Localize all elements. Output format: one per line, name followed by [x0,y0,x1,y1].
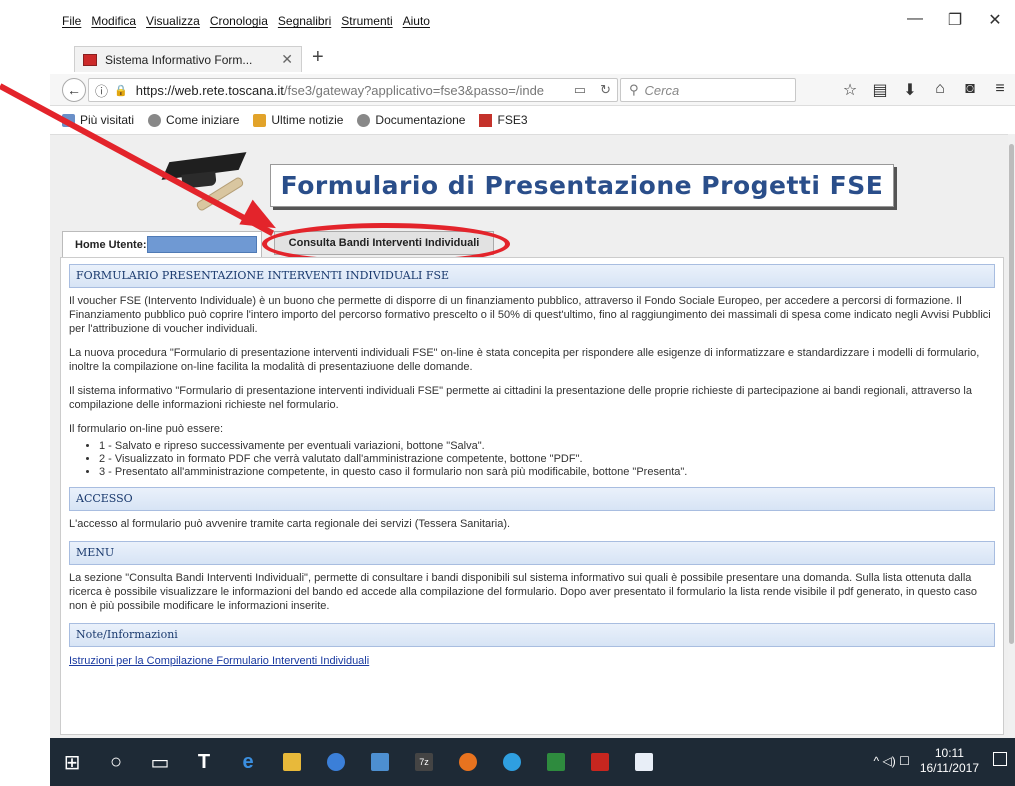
url-host: https://web.rete.toscana.it [135,82,284,98]
list-item: 1 - Salvato e ripreso successivamente pe… [99,440,995,453]
download-icon[interactable]: ⬇ [895,80,925,100]
bookmarks-bar: Più visitati Come iniziare Ultime notizi… [50,108,1015,132]
section-menu-title: MENU [69,541,995,565]
search-placeholder: Cerca [644,82,680,98]
globe-icon [357,113,371,127]
bookmark-fse3[interactable]: FSE3 [479,113,528,127]
page-title: Formulario di Presentazione Progetti FSE [270,164,894,207]
clock-time: 10:11 [934,746,964,760]
pocket-icon[interactable]: ◙ [955,80,985,100]
minimize-button[interactable]: — [895,10,935,30]
section-intro-title: FORMULARIO PRESENTAZIONE INTERVENTI INDI… [69,264,995,288]
istruzioni-link[interactable]: Istruzioni per la Compilazione Formulari… [69,655,369,667]
hamburger-menu-icon[interactable]: ≡ [985,80,1015,100]
list-item: 3 - Presentato all'amministrazione compe… [99,466,995,479]
page-scrollbar[interactable] [1008,134,1015,738]
browser-tab[interactable]: Sistema Informativo Form... ✕ [74,46,302,72]
menu-file[interactable]: File [62,14,81,28]
app-blue-icon[interactable] [358,738,402,786]
menu-bar: File Modifica Visualizza Cronologia Segn… [50,0,1015,42]
accesso-paragraph: L'accesso al formulario può avvenire tra… [69,518,511,530]
rss-icon [253,113,267,127]
intro-paragraph-4: Il formulario on-line può essere: [69,423,224,435]
menu-segnalibri[interactable]: Segnalibri [278,14,331,28]
back-button[interactable]: ← [62,78,86,102]
globe-icon [148,113,162,127]
taskbar: ⊞ ○ ▭ T e 7z ^ ◁) ☐ 10:11 16/11/2017 [50,738,1015,786]
intro-paragraph-1: Il voucher FSE (Intervento Individuale) … [69,295,991,335]
toolbar-icons: ☆ ▤ ⬇ ⌂ ◙ ≡ [835,80,1015,100]
section-note-title: Note/Informazioni [69,623,995,647]
edge-icon[interactable]: e [226,738,270,786]
menu-strumenti[interactable]: Strumenti [341,14,392,28]
clock-date: 16/11/2017 [919,761,979,775]
app-globe-icon[interactable] [314,738,358,786]
system-tray: ^ ◁) ☐ 10:11 16/11/2017 [874,746,979,776]
chrome-icon[interactable] [490,738,534,786]
tab-home-label: Home Utente: [75,238,147,251]
tab-strip: Sistema Informativo Form... ✕ + [50,46,1015,72]
lock-icon: 🔒 [114,84,128,97]
app-t-icon[interactable]: T [182,738,226,786]
page-viewport: Formulario di Presentazione Progetti FSE… [50,134,1008,738]
new-tab-button[interactable]: + [312,46,324,69]
menu-paragraph: La sezione "Consulta Bandi Interventi In… [69,572,977,612]
search-icon: ⚲ [629,82,639,97]
file-explorer-icon[interactable] [270,738,314,786]
home-icon[interactable]: ⌂ [925,80,955,100]
bookmark-come-iniziare[interactable]: Come iniziare [148,113,239,127]
menu-visualizza[interactable]: Visualizza [146,14,200,28]
close-window-button[interactable]: ✕ [975,10,1015,30]
info-icon[interactable]: ⓘ [95,81,108,100]
clock[interactable]: 10:11 16/11/2017 [920,746,979,776]
close-tab-icon[interactable]: ✕ [281,51,293,68]
intro-paragraph-2: La nuova procedura "Formulario di presen… [69,347,980,373]
options-list: 1 - Salvato e ripreso successivamente pe… [99,440,995,479]
nav-bar: ← ⓘ 🔒 https://web.rete.toscana.it/fse3/g… [50,74,1015,106]
url-path: /fse3/gateway?applicativo=fse3&passo=/in… [283,82,545,98]
document-icon[interactable] [622,738,666,786]
content-panel: FORMULARIO PRESENTAZIONE INTERVENTI INDI… [60,257,1004,735]
window-controls: — ❐ ✕ [895,10,1015,30]
tab-home-utente[interactable]: Home Utente: [62,231,262,257]
windows-start-icon[interactable]: ⊞ [50,738,94,786]
search-bar[interactable]: ⚲ Cerca [620,78,796,102]
menu-modifica[interactable]: Modifica [91,14,136,28]
search-circle-icon[interactable]: ○ [94,738,138,786]
restore-button[interactable]: ❐ [935,10,975,30]
fse-favicon-icon [479,113,493,127]
reader-view-icon[interactable]: ▭ [574,82,586,98]
tray-icons[interactable]: ^ ◁) ☐ [874,754,910,768]
firefox-icon[interactable] [446,738,490,786]
notification-icon[interactable] [993,752,1007,766]
address-bar[interactable]: ⓘ 🔒 https://web.rete.toscana.it/fse3/gat… [88,78,618,102]
menu-cronologia[interactable]: Cronologia [210,14,268,28]
intro-paragraph-3: Il sistema informativo "Formulario di pr… [69,385,972,411]
username-redacted [146,236,257,253]
bookmark-star-icon[interactable]: ☆ [835,80,865,100]
bookmark-documentazione[interactable]: Documentazione [357,113,465,127]
excel-icon[interactable] [534,738,578,786]
fse-favicon-icon [83,53,97,66]
menu-list: File Modifica Visualizza Cronologia Segn… [62,14,430,28]
list-item: 2 - Visualizzato in formato PDF che verr… [99,453,995,466]
task-view-icon[interactable]: ▭ [138,738,182,786]
acrobat-icon[interactable] [578,738,622,786]
menu-aiuto[interactable]: Aiuto [403,14,430,28]
tab-title: Sistema Informativo Form... [105,52,253,67]
section-accesso-title: ACCESSO [69,487,995,511]
reload-icon[interactable]: ↻ [600,82,611,98]
url-text: https://web.rete.toscana.it/fse3/gateway… [136,83,568,98]
bookmark-ultime-notizie[interactable]: Ultime notizie [253,113,343,127]
library-icon[interactable]: ▤ [865,80,895,100]
7zip-icon[interactable]: 7z [402,738,446,786]
